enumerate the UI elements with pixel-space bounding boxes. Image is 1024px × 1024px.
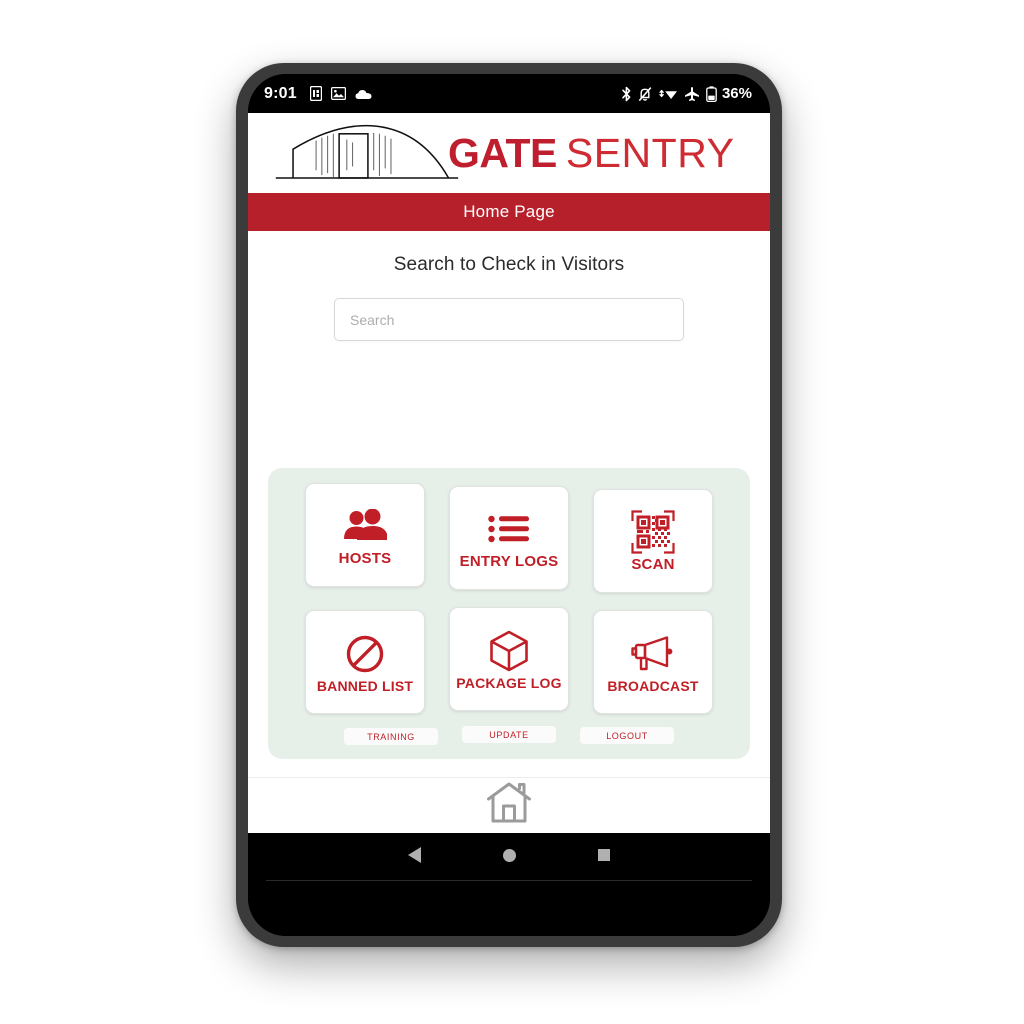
update-button[interactable]: UPDATE xyxy=(462,726,556,743)
status-bar-left-icons xyxy=(309,86,372,101)
bluetooth-icon xyxy=(622,86,631,101)
menu-tile-label: HOSTS xyxy=(338,550,392,568)
search-input[interactable] xyxy=(334,298,684,341)
menu-tile-label: BROADCAST xyxy=(607,677,699,694)
system-nav-buttons xyxy=(248,833,770,877)
page-title: Home Page xyxy=(463,202,555,221)
search-section: Search to Check in Visitors xyxy=(248,231,770,341)
menu-tile-package-log[interactable]: PACKAGE LOG xyxy=(449,607,569,711)
phone-device-frame: 9:01 36% GATE SENTRY Home Page Search to… xyxy=(236,63,782,947)
wifi-icon xyxy=(659,89,677,99)
pill-label: UPDATE xyxy=(489,729,529,740)
prohibited-icon xyxy=(345,631,385,677)
menu-tile-banned-list[interactable]: BANNED LIST xyxy=(305,610,425,714)
sim-card-icon xyxy=(309,86,322,101)
back-triangle-icon[interactable] xyxy=(408,847,421,863)
list-icon xyxy=(488,506,530,552)
system-nav-divider xyxy=(266,880,752,881)
brand-gate-text: GATE xyxy=(448,129,557,176)
brand-sentry-text: SENTRY xyxy=(565,129,735,176)
recents-square-icon[interactable] xyxy=(598,849,610,861)
ringer-muted-icon xyxy=(638,86,652,101)
menu-tile-hosts[interactable]: HOSTS xyxy=(305,483,425,587)
gate-arch-logo xyxy=(275,124,459,179)
brand-wordmark: GATE SENTRY xyxy=(448,130,734,177)
android-status-bar: 9:01 36% xyxy=(248,74,770,113)
logout-button[interactable]: LOGOUT xyxy=(580,727,674,744)
training-button[interactable]: TRAINING xyxy=(344,728,438,745)
menu-tile-label: PACKAGE LOG xyxy=(456,674,562,691)
people-icon xyxy=(343,503,387,549)
app-bottom-nav xyxy=(248,777,770,833)
menu-tile-label: ENTRY LOGS xyxy=(459,553,559,571)
menu-tile-scan[interactable]: SCAN xyxy=(593,489,713,593)
image-icon xyxy=(330,87,346,100)
menu-tile-row-1: HOSTS ENTRY LOGS SCAN xyxy=(268,483,750,593)
pill-label: LOGOUT xyxy=(606,730,648,741)
battery-icon xyxy=(706,85,717,102)
menu-tile-label: SCAN xyxy=(631,556,675,574)
menu-tile-label: BANNED LIST xyxy=(316,677,414,694)
menu-panel: HOSTS ENTRY LOGS SCAN BANNED LIST PACKAG… xyxy=(268,468,750,759)
android-system-nav xyxy=(248,833,770,936)
airplane-mode-icon xyxy=(684,86,699,101)
menu-tile-row-2: BANNED LIST PACKAGE LOG BROADCAST xyxy=(268,607,750,714)
box-icon xyxy=(489,628,529,674)
status-bar-right-icons: 36% xyxy=(621,85,752,102)
megaphone-icon xyxy=(631,631,675,677)
home-icon[interactable] xyxy=(486,782,532,829)
menu-tile-broadcast[interactable]: BROADCAST xyxy=(593,610,713,714)
cloud-icon xyxy=(355,89,372,99)
home-circle-icon[interactable] xyxy=(503,848,516,862)
search-heading: Search to Check in Visitors xyxy=(393,254,625,275)
app-header: GATE SENTRY xyxy=(248,113,770,193)
status-bar-clock: 9:01 xyxy=(264,84,297,102)
page-title-bar: Home Page xyxy=(248,193,770,231)
battery-percent-label: 36% xyxy=(721,85,752,102)
pill-label: TRAINING xyxy=(367,731,415,742)
menu-tile-entry-logs[interactable]: ENTRY LOGS xyxy=(449,486,569,590)
qr-code-icon xyxy=(631,509,675,555)
app-screen: GATE SENTRY Home Page Search to Check in… xyxy=(248,113,770,833)
secondary-action-row: TRAINING UPDATE LOGOUT xyxy=(268,726,750,745)
phone-screen: 9:01 36% GATE SENTRY Home Page Search to… xyxy=(248,74,770,936)
